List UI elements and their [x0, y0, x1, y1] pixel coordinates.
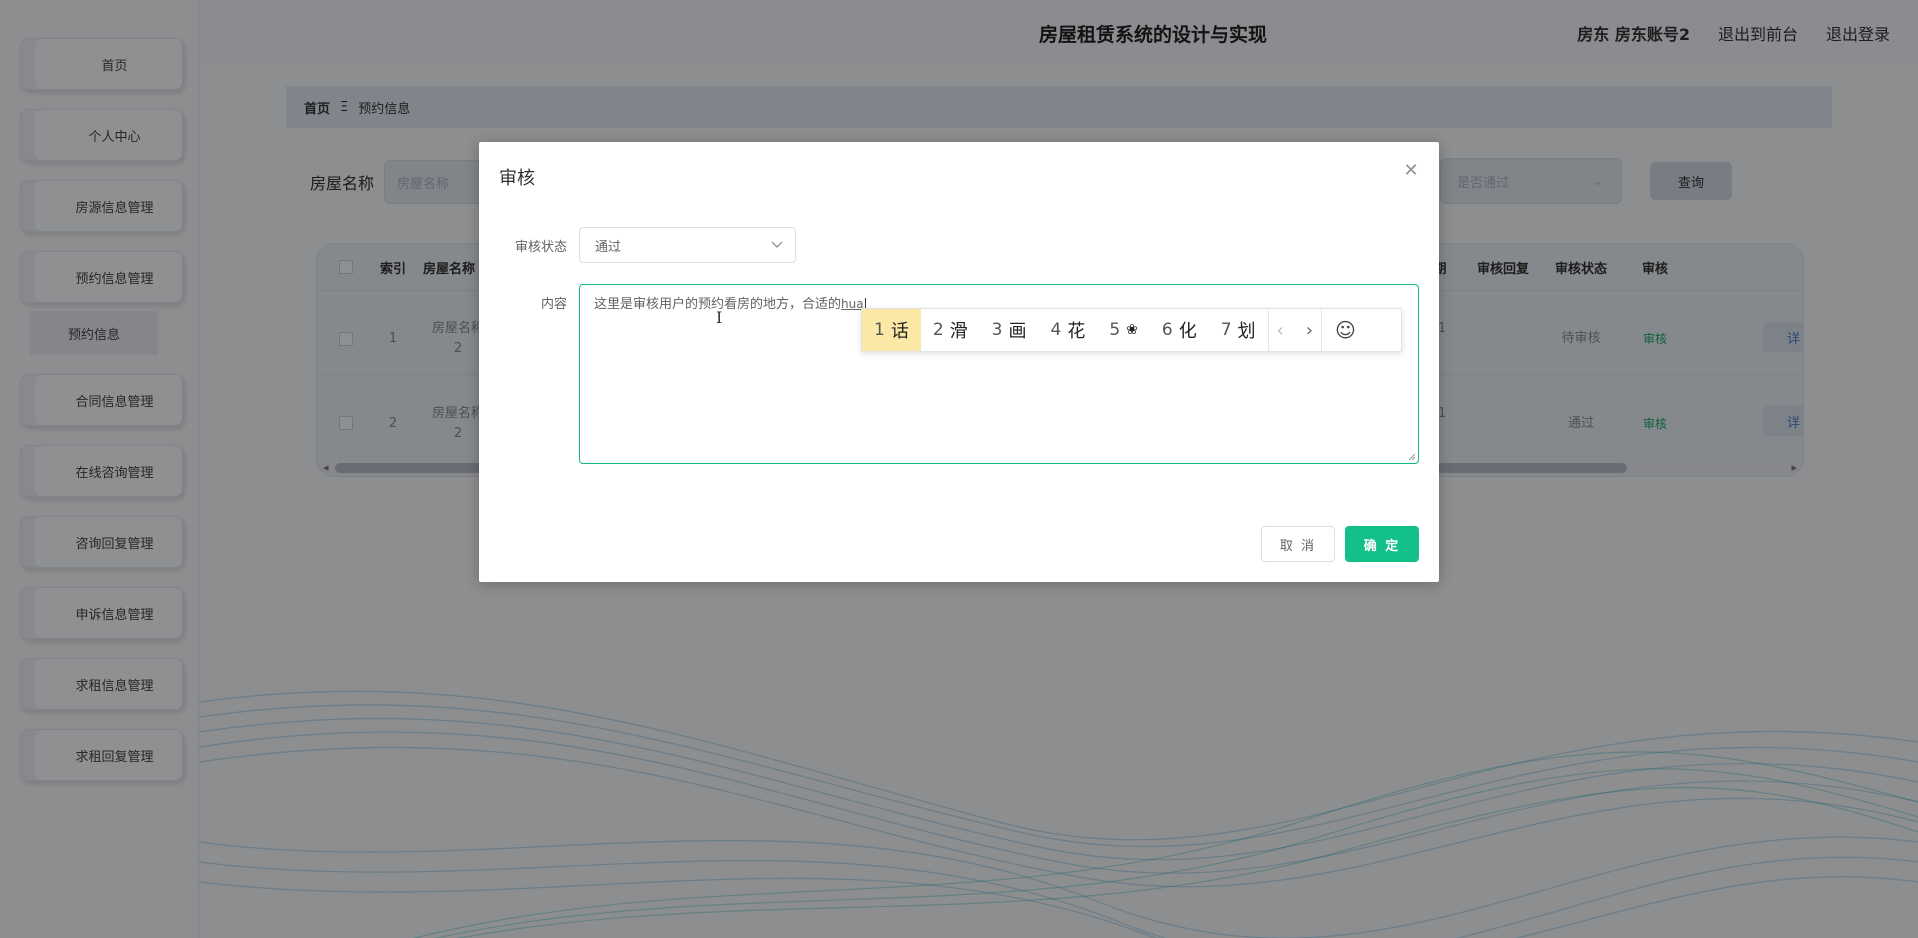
candidate-text: 话	[890, 321, 909, 342]
candidate-number: 5	[1109, 320, 1121, 340]
close-icon[interactable]: ✕	[1401, 160, 1421, 181]
candidate-text: 化	[1178, 321, 1197, 342]
text-cursor-icon: I	[716, 308, 723, 327]
candidate-number: 4	[1050, 320, 1062, 340]
review-dialog: 审核 ✕ 审核状态 通过 内容 这里是审核用户的预约看房的地方，合适的hua 取…	[479, 142, 1439, 582]
ime-candidate[interactable]: 6化	[1150, 309, 1209, 351]
cancel-button[interactable]: 取 消	[1261, 526, 1335, 562]
dialog-title: 审核	[499, 168, 535, 189]
chevron-left-icon[interactable]: ‹	[1277, 320, 1284, 341]
ime-candidate[interactable]: 7划	[1209, 309, 1268, 351]
review-status-value: 通过	[595, 239, 622, 255]
candidate-text: 花	[1067, 321, 1086, 342]
chevron-down-icon	[771, 241, 783, 248]
content-label: 内容	[540, 297, 567, 312]
chevron-right-icon[interactable]: ›	[1306, 320, 1313, 341]
confirm-button[interactable]: 确 定	[1345, 526, 1419, 562]
candidate-text: 画	[1008, 321, 1027, 342]
candidate-number: 3	[991, 320, 1003, 340]
ime-candidate[interactable]: 1话	[862, 309, 921, 351]
candidate-number: 2	[932, 320, 944, 340]
ime-page-nav: ‹ ›	[1267, 309, 1321, 351]
candidate-text: ❀	[1126, 322, 1138, 338]
ime-candidate-bar: 1话 2滑 3画 4花 5 ❀ 6化 7划 ‹ › ☺	[861, 308, 1402, 352]
candidate-number: 6	[1161, 320, 1173, 340]
review-status-select[interactable]: 通过	[579, 227, 796, 263]
emoji-icon[interactable]: ☺	[1320, 309, 1369, 351]
ime-candidate[interactable]: 4花	[1038, 309, 1097, 351]
review-status-label: 审核状态	[514, 240, 567, 255]
ime-candidate[interactable]: 3画	[980, 309, 1039, 351]
candidate-number: 7	[1220, 320, 1232, 340]
ime-candidate[interactable]: 5 ❀	[1097, 309, 1150, 351]
candidate-number: 1	[874, 320, 885, 340]
candidate-text: 滑	[949, 321, 968, 342]
resize-handle-icon[interactable]	[1406, 451, 1416, 461]
candidate-text: 划	[1237, 321, 1256, 342]
ime-candidate[interactable]: 2滑	[921, 309, 980, 351]
